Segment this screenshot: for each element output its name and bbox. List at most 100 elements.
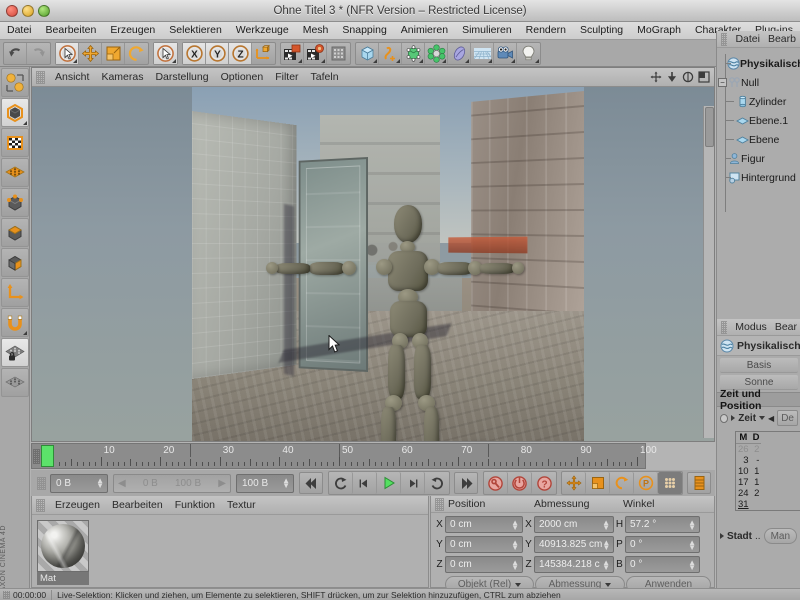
calendar-week-row[interactable]: 24 2 bbox=[736, 488, 761, 499]
menu-mesh[interactable]: Mesh bbox=[296, 22, 336, 39]
material-menu-funktion[interactable]: Funktion bbox=[169, 496, 221, 514]
cube-button[interactable] bbox=[356, 42, 379, 64]
figure-object[interactable] bbox=[266, 205, 530, 441]
key-scale-button[interactable] bbox=[586, 472, 610, 494]
stepper-icon[interactable]: ▲ ▼ bbox=[602, 558, 611, 571]
calendar-day[interactable]: 2 bbox=[751, 444, 762, 455]
calendar-day[interactable]: 10 bbox=[736, 466, 751, 477]
viewport-canvas[interactable] bbox=[32, 87, 714, 441]
panel-grip-icon[interactable] bbox=[721, 320, 728, 334]
live-selection-button[interactable] bbox=[56, 42, 79, 64]
tool-options-corner[interactable] bbox=[73, 58, 77, 63]
stepper-icon[interactable]: ▲ ▼ bbox=[282, 477, 291, 490]
rotate-view-icon[interactable] bbox=[681, 71, 694, 84]
chevron-right-icon[interactable] bbox=[731, 415, 736, 421]
tool-options-corner[interactable] bbox=[23, 331, 27, 335]
autokey-button[interactable] bbox=[508, 472, 532, 494]
material-item[interactable]: Mat bbox=[37, 520, 89, 585]
menu-sculpting[interactable]: Sculpting bbox=[573, 22, 630, 39]
attribute-menu-bearbeiten[interactable]: Bear bbox=[771, 319, 800, 335]
object-row-null[interactable]: − Null bbox=[717, 73, 800, 92]
object-row-ebene-1[interactable]: Ebene.1 bbox=[717, 111, 800, 130]
pan-icon[interactable] bbox=[649, 71, 662, 84]
record-keyframe-button[interactable] bbox=[484, 472, 508, 494]
key-rotation-button[interactable] bbox=[610, 472, 634, 494]
menu-rendern[interactable]: Rendern bbox=[519, 22, 573, 39]
calendar-week-row[interactable]: 26 2 bbox=[736, 444, 762, 455]
mograph-cloner-button[interactable] bbox=[425, 42, 448, 64]
timeline-playhead[interactable] bbox=[41, 445, 54, 467]
tool-options-corner[interactable] bbox=[373, 58, 377, 63]
menu-bearbeiten[interactable]: Bearbeiten bbox=[39, 22, 104, 39]
world-coordinates-button[interactable] bbox=[252, 43, 275, 64]
spline-pen-button[interactable] bbox=[379, 42, 402, 64]
rotate-tool-button[interactable] bbox=[125, 43, 148, 64]
panel-grip-icon[interactable] bbox=[36, 70, 45, 84]
stepper-icon[interactable]: ▲ ▼ bbox=[511, 518, 520, 531]
model-mode-button[interactable] bbox=[1, 98, 29, 127]
date-picker-calendar[interactable]: M D 26 2 3 - 10 1 17 1 24 2 31 bbox=[735, 431, 800, 511]
calendar-day[interactable]: 31 bbox=[736, 499, 751, 510]
menu-mograph[interactable]: MoGraph bbox=[630, 22, 688, 39]
attribute-menu-modus[interactable]: Modus bbox=[731, 319, 771, 335]
polygon-mode-button[interactable] bbox=[1, 158, 29, 187]
axis-modify-button[interactable] bbox=[1, 278, 29, 307]
selection-mode-button[interactable] bbox=[154, 42, 177, 64]
calendar-day[interactable]: - bbox=[751, 455, 762, 466]
rotation-h-field[interactable]: 57.2 ° ▲ ▼ bbox=[625, 516, 700, 533]
calendar-day[interactable]: 17 bbox=[736, 477, 751, 488]
render-view-button[interactable] bbox=[281, 42, 304, 64]
calendar-week-row[interactable]: 10 1 bbox=[736, 466, 761, 477]
chevron-down-icon[interactable] bbox=[759, 416, 766, 420]
object-menu-datei[interactable]: Datei bbox=[731, 31, 764, 47]
menu-erzeugen[interactable]: Erzeugen bbox=[103, 22, 162, 39]
dope-sheet-button[interactable] bbox=[687, 472, 711, 494]
tool-options-corner[interactable] bbox=[442, 58, 446, 63]
play-button[interactable] bbox=[377, 472, 401, 494]
material-menu-bearbeiten[interactable]: Bearbeiten bbox=[106, 496, 169, 514]
step-forward-button[interactable] bbox=[401, 472, 425, 494]
object-manager-tree[interactable]: Physikalisch − Null Zylinder Ebene.1 Ebe… bbox=[717, 48, 800, 328]
key-pla-button[interactable] bbox=[658, 472, 682, 494]
tool-options-corner[interactable] bbox=[321, 58, 325, 63]
workplane-button[interactable] bbox=[1, 368, 29, 397]
menu-animieren[interactable]: Animieren bbox=[394, 22, 455, 39]
position-y-field[interactable]: 0 cm ▲ ▼ bbox=[445, 536, 523, 553]
step-back-button[interactable] bbox=[353, 472, 377, 494]
panel-grip-icon[interactable] bbox=[33, 449, 40, 464]
nurbs-button[interactable] bbox=[402, 42, 425, 64]
lock-workplane-button[interactable] bbox=[1, 338, 29, 367]
object-row-ebene[interactable]: Ebene bbox=[717, 130, 800, 149]
position-z-field[interactable]: 0 cm ▲ ▼ bbox=[445, 556, 523, 573]
axis-x-button[interactable]: X bbox=[183, 42, 206, 64]
tool-options-corner[interactable] bbox=[172, 58, 176, 63]
stepper-icon[interactable]: ▲ ▼ bbox=[688, 518, 697, 531]
object-row-figur[interactable]: Figur bbox=[717, 149, 800, 168]
tool-options-corner[interactable] bbox=[23, 121, 27, 125]
stepper-icon[interactable]: ▲ ▼ bbox=[602, 538, 611, 551]
scale-tool-button[interactable] bbox=[102, 42, 125, 64]
panel-grip-icon[interactable] bbox=[721, 32, 728, 46]
axis-z-button[interactable]: Z bbox=[229, 42, 252, 64]
key-parameter-button[interactable]: P bbox=[634, 472, 658, 494]
size-z-field[interactable]: 145384.218 c ▲ ▼ bbox=[534, 556, 614, 573]
undo-button[interactable] bbox=[4, 42, 27, 64]
stepper-icon[interactable]: ▲ ▼ bbox=[96, 477, 105, 490]
tool-options-corner[interactable] bbox=[488, 58, 492, 63]
calendar-day[interactable]: 1 bbox=[751, 477, 762, 488]
size-x-field[interactable]: 2000 cm ▲ ▼ bbox=[534, 516, 614, 533]
object-row-physikalischer-himmel[interactable]: Physikalisch bbox=[717, 54, 800, 73]
end-frame-field[interactable]: 100 B ▲ ▼ bbox=[236, 473, 294, 493]
point-mode-button[interactable] bbox=[1, 188, 29, 217]
panel-grip-icon[interactable] bbox=[37, 476, 46, 490]
render-settings-button[interactable] bbox=[327, 43, 350, 64]
viewport-menu-ansicht[interactable]: Ansicht bbox=[49, 68, 95, 86]
preview-range-field[interactable]: ◀ 0 B 100 B ▶ bbox=[113, 473, 231, 493]
tool-options-corner[interactable] bbox=[298, 58, 302, 63]
deformer-button[interactable] bbox=[448, 42, 471, 64]
next-keyframe-button[interactable] bbox=[425, 472, 449, 494]
calendar-day[interactable]: 3 bbox=[736, 455, 751, 466]
menu-simulieren[interactable]: Simulieren bbox=[455, 22, 519, 39]
object-row-zylinder[interactable]: Zylinder bbox=[717, 92, 800, 111]
scrollbar-thumb[interactable] bbox=[705, 107, 714, 147]
